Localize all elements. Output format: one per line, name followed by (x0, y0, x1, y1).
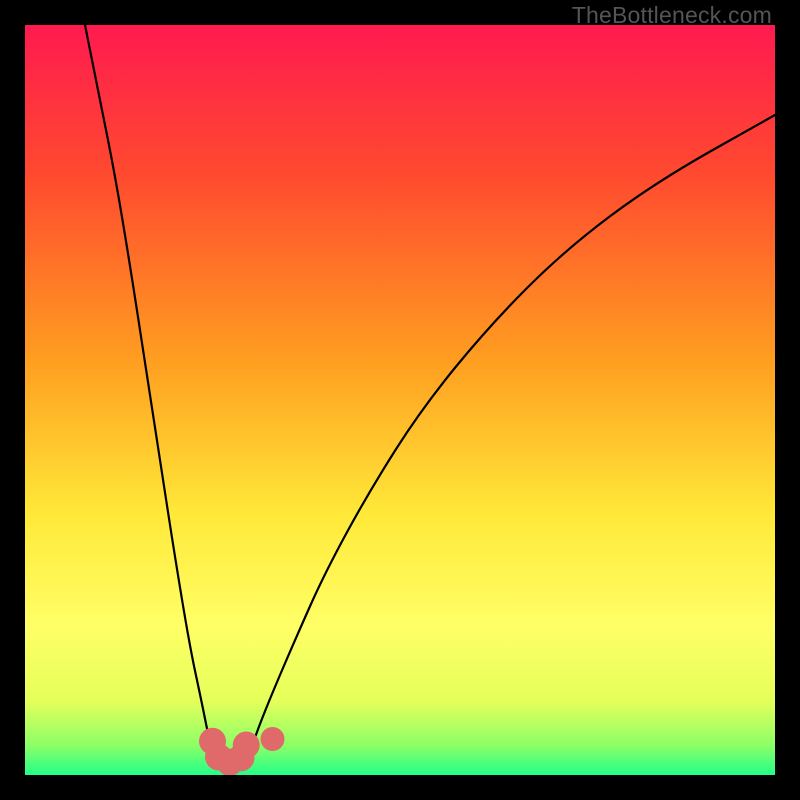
chart-svg (25, 25, 775, 775)
plot-area (25, 25, 775, 775)
marker-bump-isolated (261, 727, 285, 751)
gradient-background (25, 25, 775, 775)
outer-black-frame: TheBottleneck.com (0, 0, 800, 800)
marker-bump-right (233, 732, 260, 759)
